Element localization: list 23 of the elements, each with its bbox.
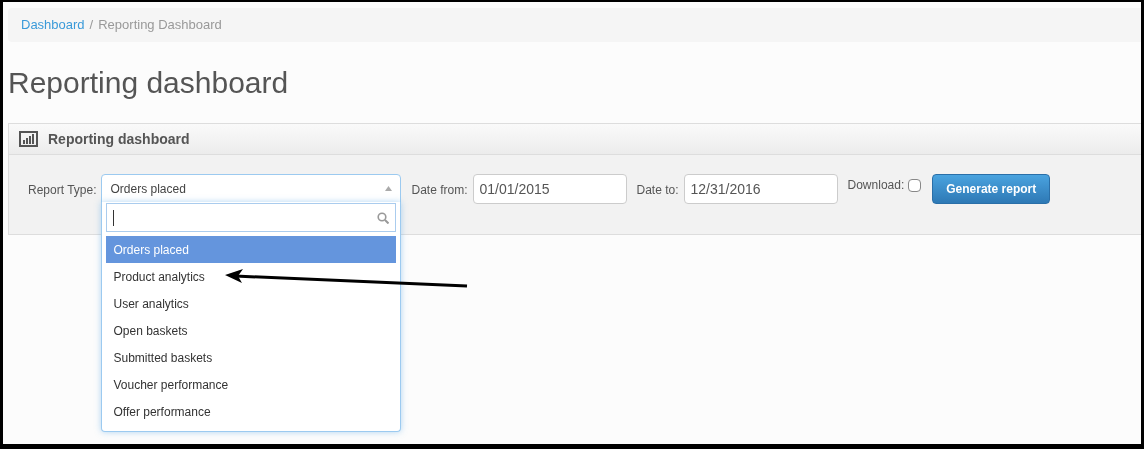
bar-chart-icon bbox=[19, 131, 38, 147]
breadcrumb-separator: / bbox=[88, 16, 95, 35]
download-checkbox[interactable] bbox=[908, 179, 922, 192]
dropdown-option[interactable]: Open baskets bbox=[106, 317, 397, 344]
dropdown-option[interactable]: Offer performance bbox=[106, 398, 397, 425]
dropdown-option[interactable]: Product analytics bbox=[106, 263, 397, 290]
page-title: Reporting dashboard bbox=[8, 65, 290, 101]
search-field[interactable] bbox=[106, 203, 397, 232]
report-type-select[interactable]: Orders placed bbox=[101, 174, 402, 203]
date-from-field[interactable]: 01/01/2015 bbox=[472, 174, 627, 204]
field-label: Download: bbox=[847, 177, 905, 194]
caret-icon bbox=[385, 186, 393, 191]
date-to-field[interactable]: 12/31/2016 bbox=[683, 174, 838, 204]
search-icon bbox=[377, 211, 390, 224]
generate-report-button[interactable]: Generate report bbox=[932, 174, 1051, 204]
field-label: Date from: bbox=[411, 182, 468, 199]
dropdown-option[interactable]: Voucher performance bbox=[106, 371, 397, 398]
dropdown-option[interactable]: Submitted baskets bbox=[106, 344, 397, 371]
field-label: Date to: bbox=[636, 182, 679, 199]
breadcrumb-current: Reporting Dashboard bbox=[98, 16, 222, 35]
field-label: Report Type: bbox=[28, 182, 97, 199]
dropdown-option[interactable]: User analytics bbox=[106, 290, 397, 317]
panel-title: Reporting dashboard bbox=[48, 129, 190, 149]
